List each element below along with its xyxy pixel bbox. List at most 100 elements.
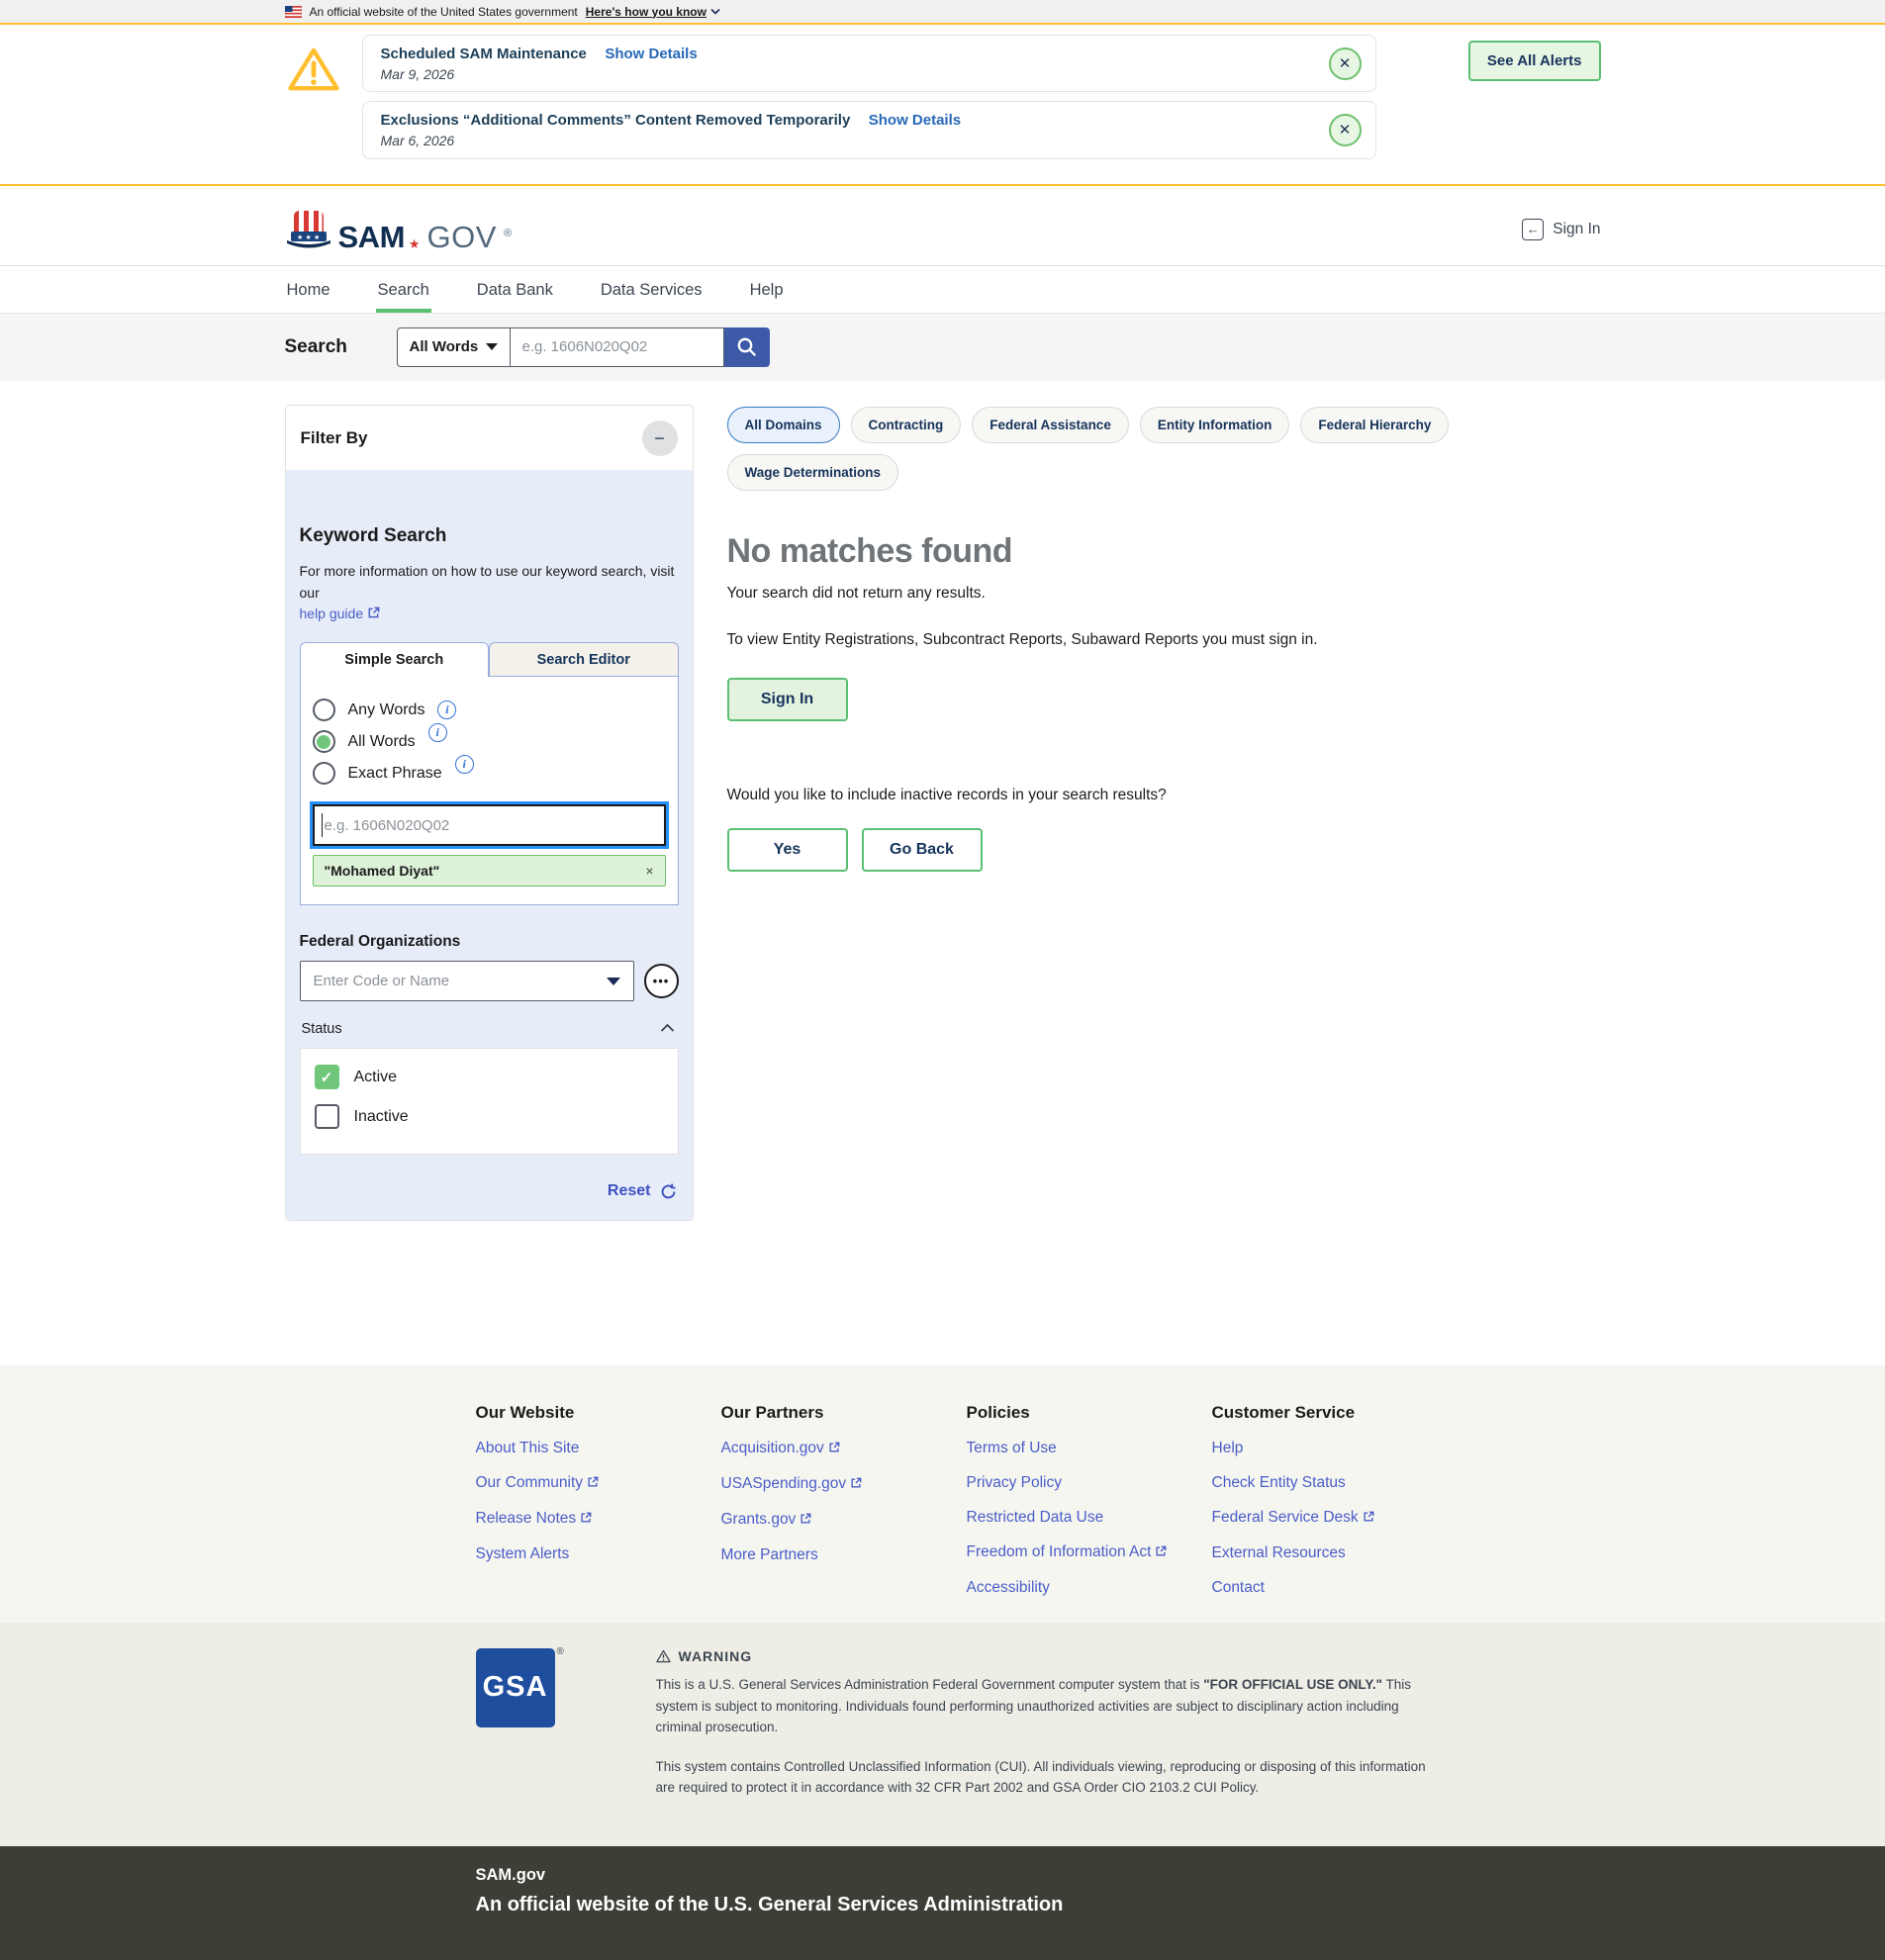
keyword-search-heading: Keyword Search: [300, 525, 679, 547]
footer-link-label: More Partners: [721, 1546, 818, 1563]
alert-show-details-link[interactable]: Show Details: [605, 46, 697, 62]
tab-simple-search[interactable]: Simple Search: [300, 642, 490, 677]
pill-federal-assistance[interactable]: Federal Assistance: [972, 407, 1129, 443]
pill-entity-information[interactable]: Entity Information: [1140, 407, 1290, 443]
footer-link-contact[interactable]: Contact: [1212, 1579, 1458, 1597]
external-link-icon: [587, 1475, 599, 1493]
footer-col-heading: Customer Service: [1212, 1403, 1458, 1423]
tab-search-editor[interactable]: Search Editor: [489, 642, 679, 677]
top-search-input[interactable]: [511, 327, 724, 367]
search-submit-button[interactable]: [724, 327, 770, 367]
nav-item-home[interactable]: Home: [285, 266, 332, 313]
footer-link-usaspending-gov[interactable]: USASpending.gov: [721, 1475, 967, 1494]
footer-link-more-partners[interactable]: More Partners: [721, 1546, 967, 1564]
search-mode-select[interactable]: All Words: [397, 327, 511, 367]
keyword-search-input[interactable]: [315, 806, 664, 844]
alerts-section: Scheduled SAM Maintenance Show Details M…: [0, 23, 1885, 186]
alert-close-button[interactable]: ✕: [1329, 47, 1362, 80]
keyword-info-text: For more information on how to use our k…: [300, 563, 675, 601]
footer-col-heading: Policies: [967, 1403, 1212, 1423]
alert-show-details-link[interactable]: Show Details: [869, 112, 961, 129]
filter-panel-title: Filter By: [301, 428, 368, 448]
footer-link-foia[interactable]: Freedom of Information Act: [967, 1543, 1212, 1562]
alert-date: Mar 9, 2026: [381, 65, 698, 84]
checkbox-checked-icon[interactable]: ✓: [315, 1065, 339, 1089]
footer-col-policies: Policies Terms of Use Privacy Policy Res…: [967, 1403, 1212, 1597]
footer-link-system-alerts[interactable]: System Alerts: [476, 1545, 721, 1563]
footer-link-external-resources[interactable]: External Resources: [1212, 1544, 1458, 1562]
info-icon[interactable]: i: [428, 723, 447, 742]
pill-contracting[interactable]: Contracting: [851, 407, 962, 443]
nav-item-data-bank[interactable]: Data Bank: [475, 266, 555, 313]
nav-item-data-services[interactable]: Data Services: [599, 266, 705, 313]
reset-filters-link[interactable]: Reset: [608, 1182, 651, 1200]
pill-all-domains[interactable]: All Domains: [727, 407, 840, 443]
warning-text-bold: "FOR OFFICIAL USE ONLY.": [1203, 1677, 1382, 1692]
federal-orgs-more-button[interactable]: •••: [644, 964, 679, 998]
footer-link-label: Our Community: [476, 1474, 584, 1491]
chevron-down-icon: [710, 8, 720, 15]
status-collapse-button[interactable]: [658, 1019, 677, 1038]
info-icon[interactable]: i: [437, 700, 456, 719]
results-sign-in-button[interactable]: Sign In: [727, 678, 848, 721]
footer-link-privacy-policy[interactable]: Privacy Policy: [967, 1474, 1212, 1492]
nav-item-search[interactable]: Search: [376, 266, 431, 313]
footer-link-terms-of-use[interactable]: Terms of Use: [967, 1440, 1212, 1457]
sign-in-arrow-icon: ←: [1522, 219, 1544, 240]
radio-any-words[interactable]: [313, 699, 335, 721]
primary-nav: Home Search Data Bank Data Services Help: [0, 265, 1885, 314]
footer-link-label: Terms of Use: [967, 1440, 1057, 1456]
header-sign-in-link[interactable]: ← Sign In: [1522, 219, 1600, 240]
footer-link-release-notes[interactable]: Release Notes: [476, 1510, 721, 1529]
chevron-up-icon: [660, 1023, 675, 1033]
footer-link-restricted-data-use[interactable]: Restricted Data Use: [967, 1509, 1212, 1527]
nav-item-help[interactable]: Help: [748, 266, 786, 313]
inactive-records-question: Would you like to include inactive recor…: [727, 787, 1601, 804]
how-you-know-link[interactable]: Here's how you know: [586, 5, 720, 19]
logo-star-icon: ★: [409, 237, 421, 250]
filter-collapse-button[interactable]: −: [642, 420, 678, 456]
footer-link-label: Check Entity Status: [1212, 1474, 1346, 1491]
alert-close-button[interactable]: ✕: [1329, 114, 1362, 146]
warning-triangle-icon: [656, 1649, 671, 1663]
chip-remove-icon[interactable]: ×: [645, 863, 653, 879]
radio-any-words-label: Any Words: [348, 701, 425, 719]
yes-button[interactable]: Yes: [727, 828, 848, 872]
status-option-inactive[interactable]: Inactive: [315, 1104, 664, 1129]
footer-link-label: Release Notes: [476, 1510, 577, 1527]
help-guide-link[interactable]: help guide: [300, 606, 381, 621]
checkbox-unchecked-icon[interactable]: [315, 1104, 339, 1129]
reset-refresh-icon[interactable]: [660, 1183, 677, 1200]
warning-paragraph-2: This system contains Controlled Unclassi…: [656, 1756, 1438, 1799]
pill-federal-hierarchy[interactable]: Federal Hierarchy: [1300, 407, 1449, 443]
footer-col-heading: Our Website: [476, 1403, 721, 1423]
see-all-alerts-button[interactable]: See All Alerts: [1468, 41, 1601, 81]
info-icon[interactable]: i: [455, 755, 474, 774]
main-content: Filter By − Keyword Search For more info…: [0, 381, 1885, 1365]
search-band: Search All Words: [0, 314, 1885, 381]
footer-link-label: USASpending.gov: [721, 1475, 847, 1492]
svg-text:★ ★ ★: ★ ★ ★: [297, 233, 320, 241]
footer-link-help[interactable]: Help: [1212, 1440, 1458, 1457]
footer-link-our-community[interactable]: Our Community: [476, 1474, 721, 1493]
footer-link-grants-gov[interactable]: Grants.gov: [721, 1511, 967, 1530]
footer-link-label: System Alerts: [476, 1545, 570, 1562]
go-back-button[interactable]: Go Back: [862, 828, 983, 872]
site-header: ★ ★ ★ SAM★GOV® ← Sign In: [0, 186, 1885, 265]
logo-sam-text: SAM: [338, 224, 405, 251]
status-option-active[interactable]: ✓ Active: [315, 1065, 664, 1089]
footer-link-acquisition-gov[interactable]: Acquisition.gov: [721, 1440, 967, 1458]
footer-link-check-entity-status[interactable]: Check Entity Status: [1212, 1474, 1458, 1492]
keyword-input-focused: [313, 804, 666, 846]
footer-link-accessibility[interactable]: Accessibility: [967, 1579, 1212, 1597]
footer-link-about-this-site[interactable]: About This Site: [476, 1440, 721, 1457]
federal-orgs-combobox[interactable]: Enter Code or Name: [300, 961, 634, 1001]
federal-orgs-placeholder: Enter Code or Name: [314, 973, 450, 989]
alert-warning-icon: [287, 45, 340, 94]
radio-exact-phrase[interactable]: [313, 762, 335, 785]
alert-banner: Scheduled SAM Maintenance Show Details M…: [362, 35, 1376, 92]
radio-all-words[interactable]: [313, 730, 335, 753]
samgov-logo[interactable]: ★ ★ ★ SAM★GOV®: [285, 208, 512, 251]
footer-link-federal-service-desk[interactable]: Federal Service Desk: [1212, 1509, 1458, 1528]
pill-wage-determinations[interactable]: Wage Determinations: [727, 454, 899, 491]
